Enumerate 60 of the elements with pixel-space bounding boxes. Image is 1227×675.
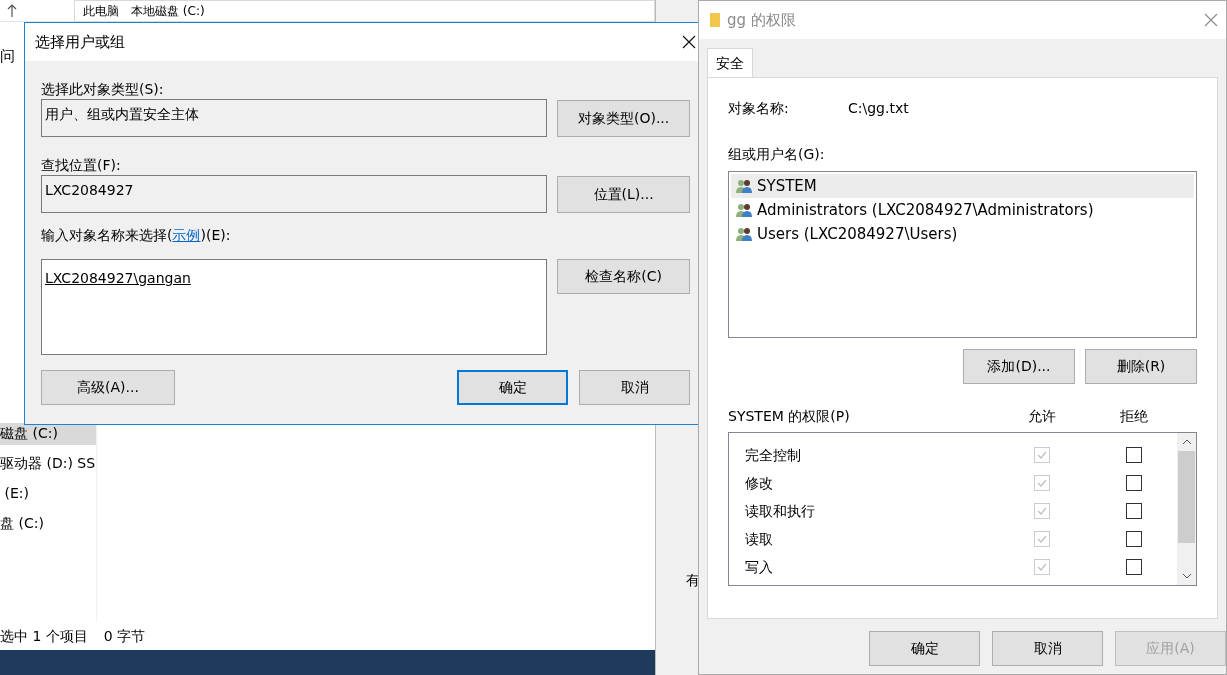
principal-item[interactable]: Users (LXC2084927\Users) bbox=[731, 222, 1194, 246]
status-text: 0 字节 bbox=[103, 626, 146, 646]
permission-name: 写入 bbox=[744, 557, 774, 577]
checkbox[interactable] bbox=[1126, 475, 1142, 491]
column-header: 拒绝 bbox=[1119, 407, 1149, 426]
nav-item[interactable]: 盘 (C:) bbox=[0, 512, 96, 535]
check-icon bbox=[1036, 449, 1048, 461]
nav-item[interactable]: (E:) bbox=[0, 482, 96, 505]
dialog-button[interactable]: 对象类型(O)... bbox=[557, 99, 690, 137]
address-bar[interactable]: 此电脑 本地磁盘 (C:) bbox=[74, 0, 655, 22]
object-name: C:\gg.txt bbox=[848, 99, 909, 118]
dialog-button[interactable]: 位置(L)... bbox=[557, 175, 690, 213]
check-icon bbox=[1036, 477, 1048, 489]
column-header: 允许 bbox=[1027, 407, 1057, 426]
scrollbar[interactable] bbox=[1177, 433, 1196, 585]
dialog-button[interactable]: 取消 bbox=[992, 631, 1103, 666]
users-icon bbox=[735, 226, 753, 242]
users-icon bbox=[735, 202, 753, 218]
breadcrumb-item[interactable]: 本地磁盘 (C:) bbox=[131, 4, 205, 17]
checkbox[interactable] bbox=[1126, 531, 1142, 547]
close-icon[interactable] bbox=[682, 35, 696, 49]
window-text: 有 bbox=[686, 572, 700, 588]
up-arrow-icon[interactable] bbox=[6, 3, 18, 18]
dialog-button[interactable]: 确定 bbox=[457, 370, 568, 405]
permission-name: 修改 bbox=[744, 473, 774, 493]
dialog-button[interactable]: 取消 bbox=[579, 370, 690, 405]
dialog-button[interactable]: 高级(A)... bbox=[41, 370, 175, 405]
breadcrumb-item[interactable]: 此电脑 bbox=[83, 4, 119, 17]
dialog-button[interactable]: 检查名称(C) bbox=[557, 259, 690, 294]
field-label: 对象名称: bbox=[728, 99, 790, 118]
checkbox[interactable] bbox=[1126, 447, 1142, 463]
status-text: 选中 1 个项目 bbox=[0, 626, 88, 646]
permission-name: 读取 bbox=[744, 529, 774, 549]
principal-item[interactable]: SYSTEM bbox=[731, 174, 1194, 198]
dialog-button[interactable]: 删除(R) bbox=[1085, 349, 1197, 384]
window-title: gg 的权限 bbox=[727, 9, 796, 31]
tab[interactable]: 安全 bbox=[707, 48, 753, 77]
field-label: 查找位置(F): bbox=[41, 156, 122, 175]
names-field[interactable]: LXC2084927\gangan bbox=[41, 259, 548, 355]
window-title: 选择用户或组 bbox=[35, 31, 125, 53]
users-icon bbox=[735, 178, 753, 194]
nav-item[interactable]: 驱动器 (D:) SS bbox=[0, 452, 96, 475]
permission-name: 读取和执行 bbox=[744, 501, 816, 521]
field-label: SYSTEM 的权限(P) bbox=[728, 407, 851, 426]
dialog-button[interactable]: 添加(D)... bbox=[963, 349, 1075, 384]
example-link[interactable]: 示例 bbox=[172, 227, 201, 243]
dialog-button[interactable]: 确定 bbox=[869, 631, 980, 666]
checkbox[interactable] bbox=[1126, 559, 1142, 575]
check-icon bbox=[1036, 533, 1048, 545]
side-label: 问 bbox=[0, 46, 16, 67]
check-icon bbox=[1036, 561, 1048, 573]
readonly-field: LXC2084927 bbox=[41, 175, 548, 213]
readonly-field: 用户、组或内置安全主体 bbox=[41, 99, 548, 137]
permission-name: 完全控制 bbox=[744, 445, 802, 465]
field-label: 组或用户名(G): bbox=[728, 145, 826, 164]
field-label: 选择此对象类型(S): bbox=[41, 80, 165, 99]
checkbox[interactable] bbox=[1126, 503, 1142, 519]
field-label: 输入对象名称来选择(示例)(E): bbox=[41, 226, 232, 245]
check-icon bbox=[1036, 505, 1048, 517]
principal-item[interactable]: Administrators (LXC2084927\Administrators) bbox=[731, 198, 1194, 222]
